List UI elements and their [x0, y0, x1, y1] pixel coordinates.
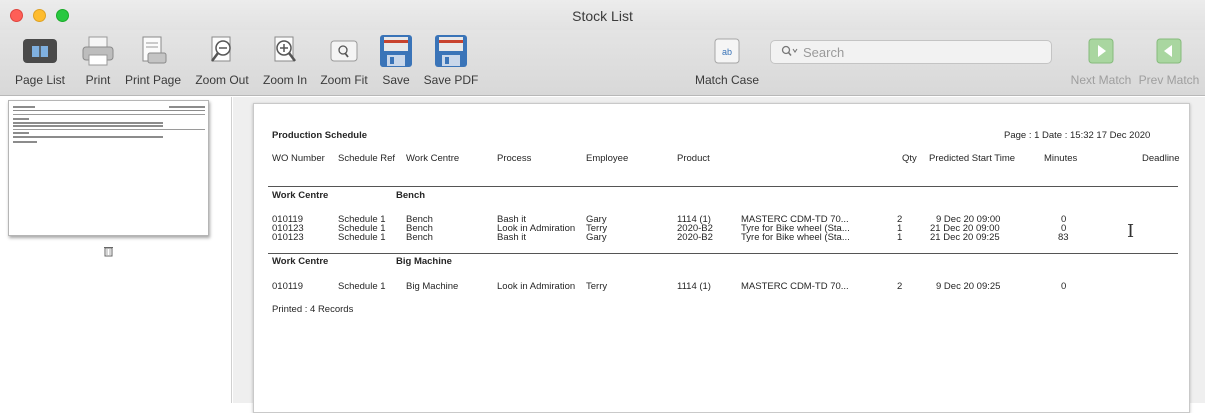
save-button[interactable]: Save [378, 34, 414, 94]
report-footer: Printed : 4 Records [272, 304, 354, 315]
header-deadline: Deadline [1142, 153, 1180, 164]
header-minutes: Minutes [1044, 153, 1078, 164]
zoom-out-button[interactable]: Zoom Out [193, 34, 251, 94]
header-qty: Qty [902, 153, 917, 164]
next-match-button[interactable]: Next Match [1068, 34, 1134, 94]
page-thumbnail[interactable] [8, 100, 209, 236]
page-list-icon [22, 34, 58, 68]
zoom-out-icon [204, 34, 240, 68]
match-case-icon: ab [709, 34, 745, 68]
zoom-in-button[interactable]: Zoom In [260, 34, 310, 94]
group-name: Big Machine [396, 256, 452, 267]
header-employee: Employee [586, 153, 629, 164]
header-process: Process [497, 153, 532, 164]
zoom-in-icon [267, 34, 303, 68]
window-title: Stock List [572, 8, 633, 24]
prev-arrow-icon [1151, 34, 1187, 68]
search-input[interactable] [803, 44, 1033, 60]
report-title: Production Schedule [272, 130, 368, 141]
svg-text:ab: ab [722, 47, 732, 57]
trash-icon[interactable] [104, 246, 113, 260]
header-divider [268, 186, 1178, 187]
header-wo-number: WO Number [272, 153, 325, 164]
group-name: Bench [396, 190, 426, 201]
printer-icon [80, 34, 116, 68]
report-page: Production Schedule Page : 1 Date : 15:3… [253, 103, 1190, 413]
page-info: Page : 1 Date : 15:32 17 Dec 2020 [1004, 130, 1151, 141]
group-divider [268, 253, 1178, 254]
title-bar: Stock List [0, 0, 1205, 30]
header-schedule-ref: Schedule Ref [338, 153, 396, 164]
print-button[interactable]: Print [80, 34, 116, 94]
text-cursor-icon: I [1127, 221, 1135, 242]
zoom-fit-button[interactable]: Zoom Fit [316, 34, 372, 94]
zoom-fit-icon [326, 34, 362, 68]
page-list-button[interactable]: Page List [10, 34, 70, 94]
toolbar: Page List Print Print Page Zoom Out Zoom… [0, 30, 1205, 96]
save-pdf-icon [433, 34, 469, 68]
floppy-disk-icon [378, 34, 414, 68]
group-label: Work Centre [272, 190, 329, 201]
print-page-icon [135, 34, 171, 68]
next-arrow-icon [1083, 34, 1119, 68]
match-case-button[interactable]: ab Match Case [692, 34, 762, 94]
header-product: Product [677, 153, 710, 164]
report-viewer: Production Schedule Page : 1 Date : 15:3… [233, 97, 1205, 413]
print-page-button[interactable]: Print Page [122, 34, 184, 94]
save-pdf-button[interactable]: Save PDF [420, 34, 482, 94]
header-work-centre: Work Centre [406, 153, 460, 164]
search-icon [781, 45, 799, 60]
page-list-pane [0, 97, 232, 403]
header-predicted-start: Predicted Start Time [929, 153, 1016, 164]
prev-match-button[interactable]: Prev Match [1136, 34, 1202, 94]
search-field[interactable] [770, 40, 1052, 64]
group-label: Work Centre [272, 256, 329, 267]
